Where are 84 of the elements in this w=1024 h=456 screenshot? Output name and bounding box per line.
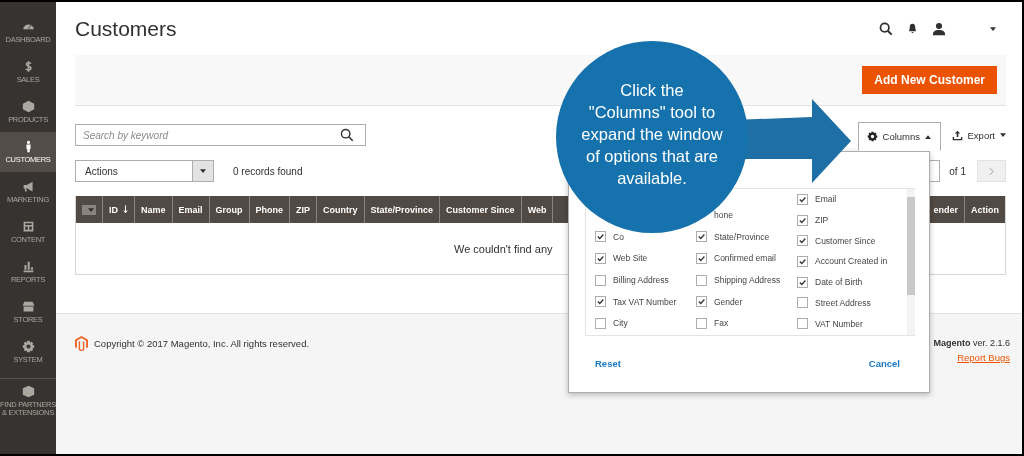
checkbox[interactable] (797, 256, 808, 267)
column-option-label: Fax (714, 318, 729, 329)
column-option-label: Web Site (613, 253, 648, 264)
column-header[interactable]: ender (933, 204, 958, 215)
callout-text: Click the "Columns" tool to expand the window of options that are available. (580, 80, 724, 189)
checkbox[interactable] (797, 235, 808, 247)
page-total: of 1 (949, 165, 966, 177)
columns-button[interactable]: Columns (857, 122, 941, 151)
search-field[interactable]: Search by keyword (75, 124, 366, 146)
column-header[interactable]: ZIP (296, 204, 311, 215)
bar-chart-icon (21, 259, 35, 273)
actions-dropdown[interactable]: Actions (75, 160, 214, 182)
checkbox[interactable] (595, 296, 606, 308)
megaphone-icon (21, 179, 35, 193)
user-icon[interactable] (932, 21, 946, 36)
column-option-label: Customer Since (815, 235, 876, 246)
checkbox[interactable] (696, 231, 707, 243)
column-header[interactable]: Web (527, 204, 547, 215)
caret-icon[interactable] (990, 26, 996, 31)
cancel-link[interactable]: Cancel (868, 358, 900, 369)
column-option-label: Tax VAT Number (613, 296, 677, 307)
checkbox[interactable] (797, 297, 808, 309)
checkbox[interactable] (595, 252, 606, 264)
reset-link[interactable]: Reset (595, 358, 621, 369)
chevron-right-icon (989, 166, 994, 176)
checkbox[interactable] (696, 296, 707, 308)
mass-select-dropdown[interactable] (82, 204, 96, 215)
sort-arrow-icon[interactable] (123, 205, 128, 214)
checkbox[interactable] (696, 252, 707, 264)
cube-icon (21, 384, 35, 398)
caret-icon (200, 169, 206, 173)
records-count: 0 records found (233, 165, 303, 177)
column-option-label: Street Address (815, 297, 871, 308)
checkbox[interactable] (797, 214, 808, 226)
gear-icon (866, 131, 878, 142)
column-header[interactable]: Group (215, 204, 243, 215)
column-header[interactable]: Name (141, 204, 166, 215)
copyright-text: Copyright © 2017 Magento, Inc. All rights reserved. (94, 338, 310, 349)
column-option-label: City (613, 318, 628, 329)
upload-icon (951, 129, 963, 141)
column-option-label: Shipping Address (714, 275, 781, 285)
caret-icon (925, 134, 932, 139)
checkbox[interactable] (595, 231, 606, 243)
add-new-customer-button[interactable]: Add New Customer (862, 66, 997, 94)
column-option-label: Confirmed email (714, 253, 776, 264)
empty-message: We couldn't find any (454, 242, 553, 255)
column-header[interactable]: Country (323, 204, 358, 215)
checkbox[interactable] (595, 274, 606, 286)
checkbox[interactable] (696, 274, 707, 286)
column-option-label: VAT Number (815, 318, 863, 329)
column-option-label: Co (613, 231, 624, 242)
checkbox[interactable] (797, 276, 808, 288)
column-option-label: State/Province (714, 231, 770, 242)
page-title: Customers (75, 16, 177, 41)
checkbox[interactable] (797, 193, 808, 205)
column-header[interactable]: Action (971, 204, 999, 215)
storefront-icon (21, 299, 35, 313)
checkbox[interactable] (595, 317, 606, 329)
column-option-label: Date of Birth (815, 277, 863, 288)
box-icon (21, 99, 35, 113)
checkbox[interactable] (797, 318, 808, 330)
export-button[interactable]: Export (951, 129, 1006, 141)
column-header[interactable]: State/Province (370, 204, 434, 215)
column-option-label: Billing Address (613, 275, 669, 285)
version-text: Magento ver. 2.1.6 (933, 338, 1010, 348)
caret-icon (1000, 133, 1006, 137)
gear-icon (21, 339, 35, 353)
caret-icon (88, 207, 94, 212)
column-option-label: Email (815, 194, 837, 205)
column-header[interactable]: Customer Since (446, 204, 515, 215)
column-option-label: hone (714, 210, 733, 221)
search-icon[interactable] (340, 128, 354, 142)
bell-icon[interactable] (907, 23, 918, 34)
column-option-label: Account Created in (815, 256, 888, 267)
column-header[interactable]: Email (178, 204, 203, 215)
layout-icon (21, 219, 35, 233)
logo-icon (75, 336, 88, 351)
checkbox[interactable] (696, 317, 707, 329)
column-header[interactable]: Phone (255, 204, 284, 215)
column-option-label: Gender (714, 296, 743, 307)
search-icon[interactable] (879, 21, 893, 36)
column-option-label: ZIP (815, 215, 829, 226)
scrollbar[interactable] (907, 189, 915, 335)
column-header[interactable]: ID (109, 204, 118, 215)
